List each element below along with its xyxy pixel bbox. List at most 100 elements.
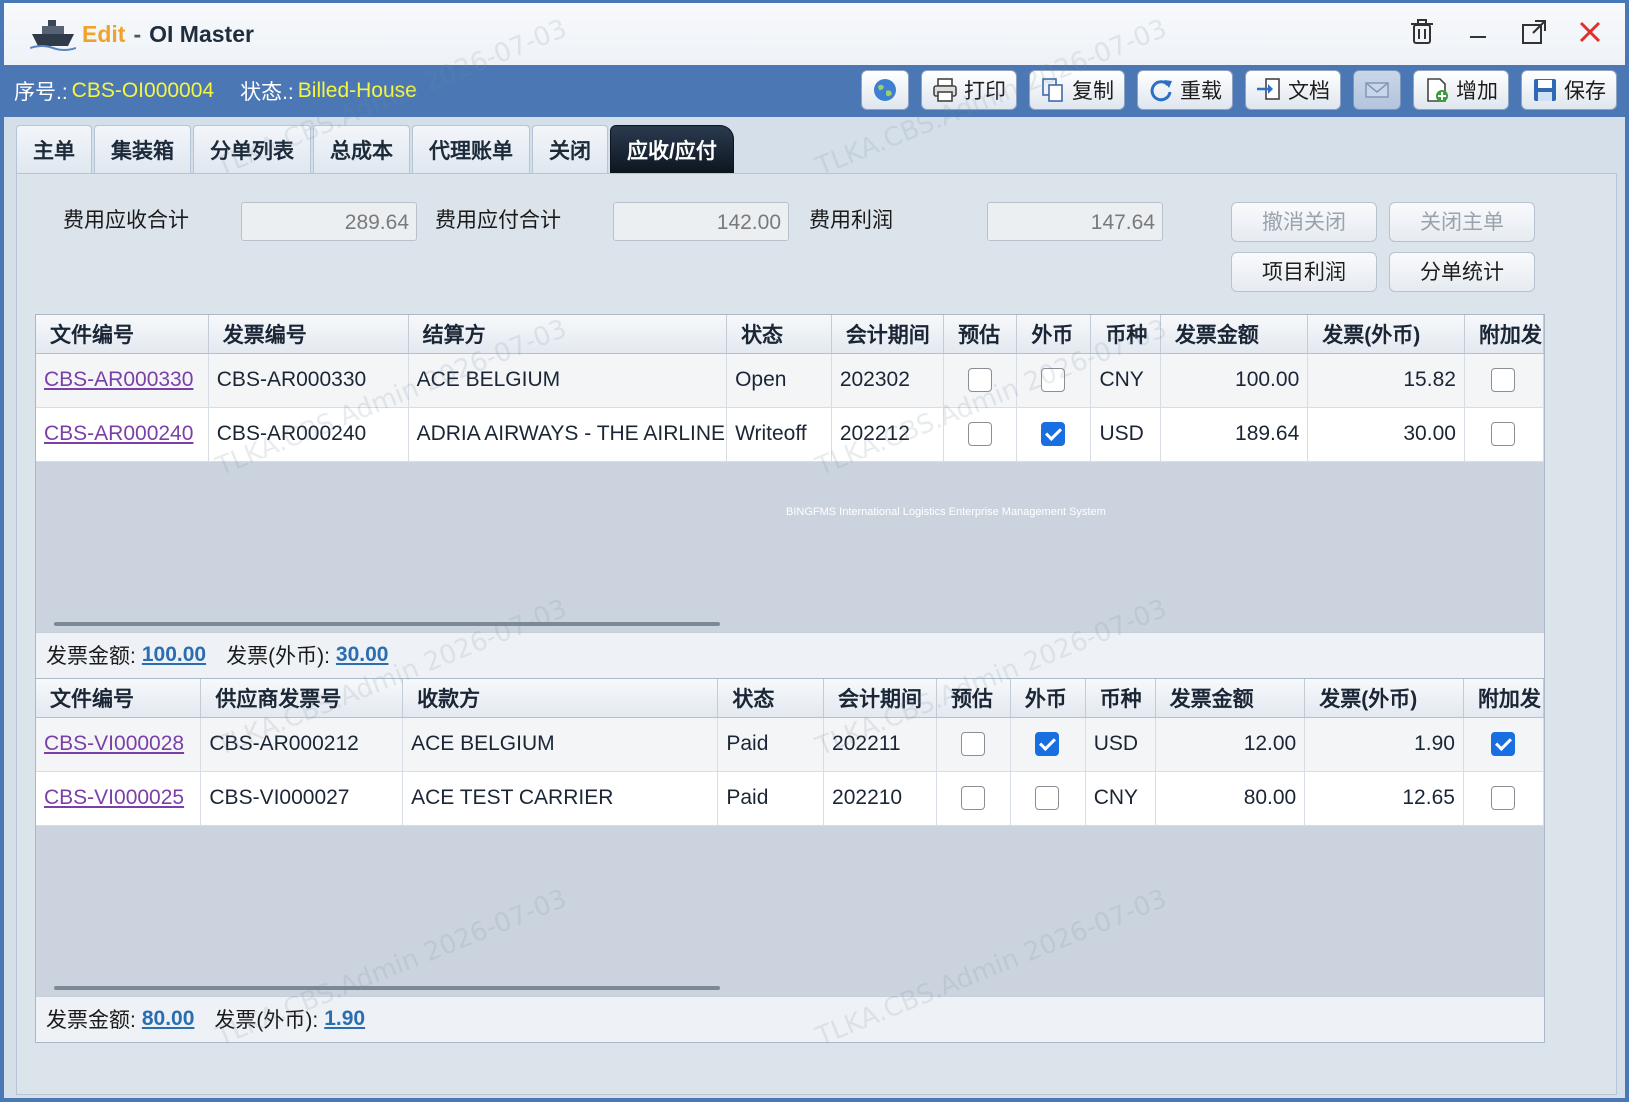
tab-master[interactable]: 主单 — [16, 125, 92, 173]
table-row[interactable]: CBS-AR000240 CBS-AR000240 ADRIA AIRWAYS … — [36, 407, 1544, 462]
col-supplier-invoice-no[interactable]: 供应商发票号 — [200, 679, 404, 718]
file-no-link[interactable]: CBS-VI000028 — [44, 732, 184, 755]
col-amount-fc[interactable]: 发票(外币) — [1307, 315, 1465, 354]
payable-total-label: 费用应付合计 — [435, 209, 561, 232]
footer-amount-label: 发票金额: — [46, 645, 136, 668]
col-party[interactable]: 结算方 — [408, 315, 728, 354]
receivable-total-field[interactable]: 289.64 — [241, 202, 417, 241]
estimate-checkbox[interactable] — [967, 422, 992, 447]
file-no-link[interactable]: CBS-AR000330 — [44, 368, 193, 391]
tab-ar-ap[interactable]: 应收/应付 — [610, 125, 734, 173]
footer-amount-value[interactable]: 80.00 — [142, 1007, 195, 1031]
invoice-no-cell: CBS-AR000330 — [208, 353, 409, 408]
estimate-checkbox[interactable] — [960, 786, 985, 811]
tab-containers[interactable]: 集装箱 — [94, 125, 191, 173]
title-mode: Edit — [82, 20, 126, 47]
horizontal-scrollbar[interactable] — [54, 621, 720, 626]
amount-cell: 189.64 — [1160, 407, 1309, 462]
extra-checkbox[interactable] — [1490, 786, 1515, 811]
footer-fc-value[interactable]: 30.00 — [336, 643, 389, 667]
cancel-close-button[interactable]: 撤消关闭 — [1231, 202, 1377, 242]
col-foreign[interactable]: 外币 — [1016, 315, 1092, 354]
col-currency[interactable]: 币种 — [1090, 315, 1161, 354]
project-profit-button[interactable]: 项目利润 — [1231, 252, 1377, 292]
ap-grid-footer: 发票金额: 80.00 发票(外币): 1.90 — [36, 995, 1544, 1042]
footer-amount-label: 发票金额: — [46, 1009, 136, 1032]
table-row[interactable]: CBS-AR000330 CBS-AR000330 ACE BELGIUM Op… — [36, 353, 1544, 408]
amount-cell: 80.00 — [1155, 771, 1306, 826]
email-button[interactable] — [1353, 70, 1401, 110]
horizontal-scrollbar[interactable] — [54, 985, 720, 990]
col-amount[interactable]: 发票金额 — [1155, 679, 1306, 718]
house-stats-button[interactable]: 分单统计 — [1389, 252, 1535, 292]
col-currency[interactable]: 币种 — [1085, 679, 1156, 718]
minimize-icon[interactable] — [1461, 15, 1495, 49]
system-note: BINGFMS International Logistics Enterpri… — [786, 505, 1106, 518]
invoice-no-cell: CBS-AR000212 — [200, 717, 404, 772]
trash-icon[interactable] — [1405, 15, 1439, 49]
col-status[interactable]: 状态 — [717, 679, 825, 718]
col-estimate[interactable]: 预估 — [943, 315, 1018, 354]
envelope-icon — [1365, 82, 1389, 98]
print-label: 打印 — [964, 80, 1006, 103]
globe-button[interactable] — [861, 70, 909, 110]
payable-total-field[interactable]: 142.00 — [613, 202, 789, 241]
import-doc-icon — [1257, 78, 1280, 100]
maximize-icon[interactable] — [1517, 15, 1551, 49]
col-file-no[interactable]: 文件编号 — [36, 679, 202, 718]
extra-checkbox[interactable] — [1490, 732, 1515, 757]
tab-total-cost[interactable]: 总成本 — [313, 125, 410, 173]
close-icon[interactable] — [1573, 15, 1607, 49]
ap-invoice-grid: 文件编号 供应商发票号 收款方 状态 会计期间 预估 外币 币种 发票金额 发票… — [35, 678, 1545, 1043]
estimate-checkbox[interactable] — [967, 368, 992, 393]
estimate-checkbox[interactable] — [960, 732, 985, 757]
foreign-checkbox[interactable] — [1035, 732, 1060, 757]
status-cell: Paid — [717, 771, 825, 826]
printer-icon — [933, 78, 957, 102]
col-estimate[interactable]: 预估 — [936, 679, 1011, 718]
reload-button[interactable]: 重载 — [1137, 70, 1233, 110]
col-extra[interactable]: 附加发 — [1463, 679, 1544, 718]
doc-button[interactable]: 文档 — [1245, 70, 1341, 110]
tab-close[interactable]: 关闭 — [532, 125, 608, 173]
col-foreign[interactable]: 外币 — [1010, 679, 1086, 718]
party-cell: ACE BELGIUM — [408, 353, 728, 408]
file-no-link[interactable]: CBS-VI000025 — [44, 786, 184, 809]
foreign-checkbox[interactable] — [1041, 368, 1066, 393]
window-title: OI Master — [149, 20, 254, 47]
close-master-button[interactable]: 关闭主单 — [1389, 202, 1535, 242]
col-extra[interactable]: 附加发 — [1464, 315, 1544, 354]
footer-fc-value[interactable]: 1.90 — [324, 1007, 365, 1031]
amount-cell: 12.00 — [1155, 717, 1306, 772]
extra-checkbox[interactable] — [1491, 368, 1516, 393]
party-cell: ACE BELGIUM — [402, 717, 719, 772]
table-row[interactable]: CBS-VI000028 CBS-AR000212 ACE BELGIUM Pa… — [36, 717, 1544, 772]
invoice-no-cell: CBS-VI000027 — [200, 771, 404, 826]
table-row[interactable]: CBS-VI000025 CBS-VI000027 ACE TEST CARRI… — [36, 771, 1544, 826]
copy-button[interactable]: 复制 — [1029, 70, 1125, 110]
file-no-link[interactable]: CBS-AR000240 — [44, 422, 193, 445]
extra-checkbox[interactable] — [1491, 422, 1516, 447]
footer-amount-value[interactable]: 100.00 — [142, 643, 206, 667]
print-button[interactable]: 打印 — [921, 70, 1017, 110]
grid-empty-area: BINGFMS International Logistics Enterpri… — [36, 461, 1544, 632]
ship-icon — [30, 20, 76, 51]
col-amount[interactable]: 发票金额 — [1160, 315, 1309, 354]
col-period[interactable]: 会计期间 — [831, 315, 945, 354]
col-status[interactable]: 状态 — [726, 315, 832, 354]
amount-fc-cell: 12.65 — [1304, 771, 1464, 826]
foreign-checkbox[interactable] — [1035, 786, 1060, 811]
col-period[interactable]: 会计期间 — [823, 679, 937, 718]
profit-field[interactable]: 147.64 — [987, 202, 1163, 241]
col-amount-fc[interactable]: 发票(外币) — [1304, 679, 1464, 718]
status-cell: Open — [726, 353, 832, 408]
add-button[interactable]: 增加 — [1413, 70, 1509, 110]
foreign-checkbox[interactable] — [1041, 422, 1066, 447]
tab-house-list[interactable]: 分单列表 — [193, 125, 311, 173]
tab-agent-bill[interactable]: 代理账单 — [412, 125, 530, 173]
add-label: 增加 — [1456, 80, 1498, 103]
save-button[interactable]: 保存 — [1521, 70, 1617, 110]
col-invoice-no[interactable]: 发票编号 — [208, 315, 409, 354]
col-file-no[interactable]: 文件编号 — [36, 315, 209, 354]
col-payee[interactable]: 收款方 — [402, 679, 719, 718]
